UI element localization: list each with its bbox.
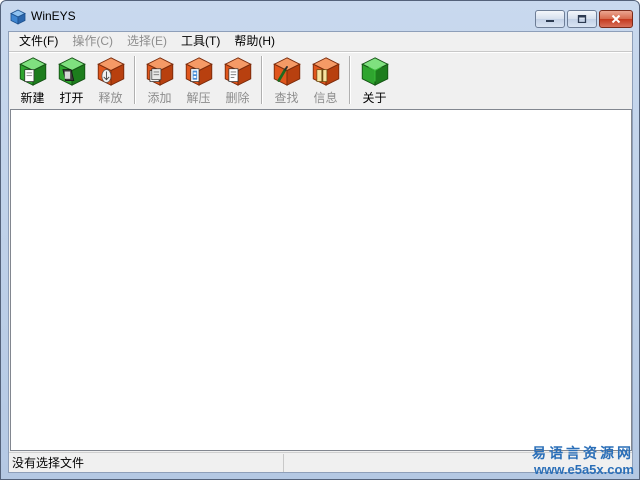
minimize-button[interactable]	[535, 10, 565, 28]
open-button[interactable]: 打开	[52, 54, 91, 106]
tool-label: 解压	[186, 91, 211, 105]
maximize-button[interactable]	[567, 10, 597, 28]
toolbar-separator	[349, 56, 351, 104]
add-files-icon	[145, 57, 174, 86]
window-title: WinEYS	[31, 9, 76, 23]
maximize-icon	[577, 15, 587, 23]
toolbar: 新建 打开 释放 添加 解压 删除 查找 信息 关于	[13, 54, 394, 108]
delete-icon	[223, 57, 252, 86]
tool-label: 信息	[313, 91, 338, 105]
extract-icon	[96, 57, 125, 86]
decompress-button[interactable]: 解压	[179, 54, 218, 106]
tool-label: 释放	[98, 91, 123, 105]
delete-button[interactable]: 删除	[218, 54, 257, 106]
watermark-url: www.e5a5x.com	[534, 462, 634, 477]
add-button[interactable]: 添加	[140, 54, 179, 106]
title-bar[interactable]: WinEYS	[1, 1, 639, 31]
about-button[interactable]: 关于	[355, 54, 394, 106]
close-button[interactable]	[599, 10, 633, 28]
menu-select[interactable]: 选择(E)	[120, 32, 174, 51]
file-list-area[interactable]	[10, 109, 632, 451]
blue-cube-icon	[10, 9, 26, 25]
tool-label: 查找	[274, 91, 299, 105]
app-window: WinEYS 文件(F) 操作(C) 选择(E) 工具(T) 帮助(H) 新建 …	[0, 0, 640, 480]
decompress-icon	[184, 57, 213, 86]
watermark: 易语言资源网 www.e5a5x.com	[532, 443, 634, 477]
find-button[interactable]: 查找	[267, 54, 306, 106]
tool-label: 删除	[225, 91, 250, 105]
caption-buttons	[535, 10, 633, 28]
menu-tools[interactable]: 工具(T)	[174, 32, 227, 51]
tool-label: 新建	[20, 91, 45, 105]
info-icon	[311, 57, 340, 86]
new-button[interactable]: 新建	[13, 54, 52, 106]
tool-label: 关于	[362, 91, 387, 105]
minimize-icon	[546, 20, 554, 22]
tool-label: 打开	[59, 91, 84, 105]
status-text: 没有选择文件	[12, 456, 85, 470]
new-archive-icon	[18, 57, 47, 86]
extract-button[interactable]: 释放	[91, 54, 130, 106]
find-icon	[272, 57, 301, 86]
menu-help[interactable]: 帮助(H)	[227, 32, 282, 51]
info-button[interactable]: 信息	[306, 54, 345, 106]
toolbar-separator	[134, 56, 136, 104]
open-archive-icon	[57, 57, 86, 86]
menu-bar: 文件(F) 操作(C) 选择(E) 工具(T) 帮助(H)	[9, 32, 632, 51]
close-icon	[611, 15, 621, 23]
menu-file[interactable]: 文件(F)	[12, 32, 65, 51]
toolbar-separator	[261, 56, 263, 104]
about-icon	[360, 57, 389, 86]
watermark-title: 易语言资源网	[532, 446, 634, 462]
menu-operate[interactable]: 操作(C)	[65, 32, 120, 51]
menu-divider	[9, 51, 632, 53]
tool-label: 添加	[147, 91, 172, 105]
client-area: 文件(F) 操作(C) 选择(E) 工具(T) 帮助(H) 新建 打开 释放 添…	[8, 31, 633, 473]
